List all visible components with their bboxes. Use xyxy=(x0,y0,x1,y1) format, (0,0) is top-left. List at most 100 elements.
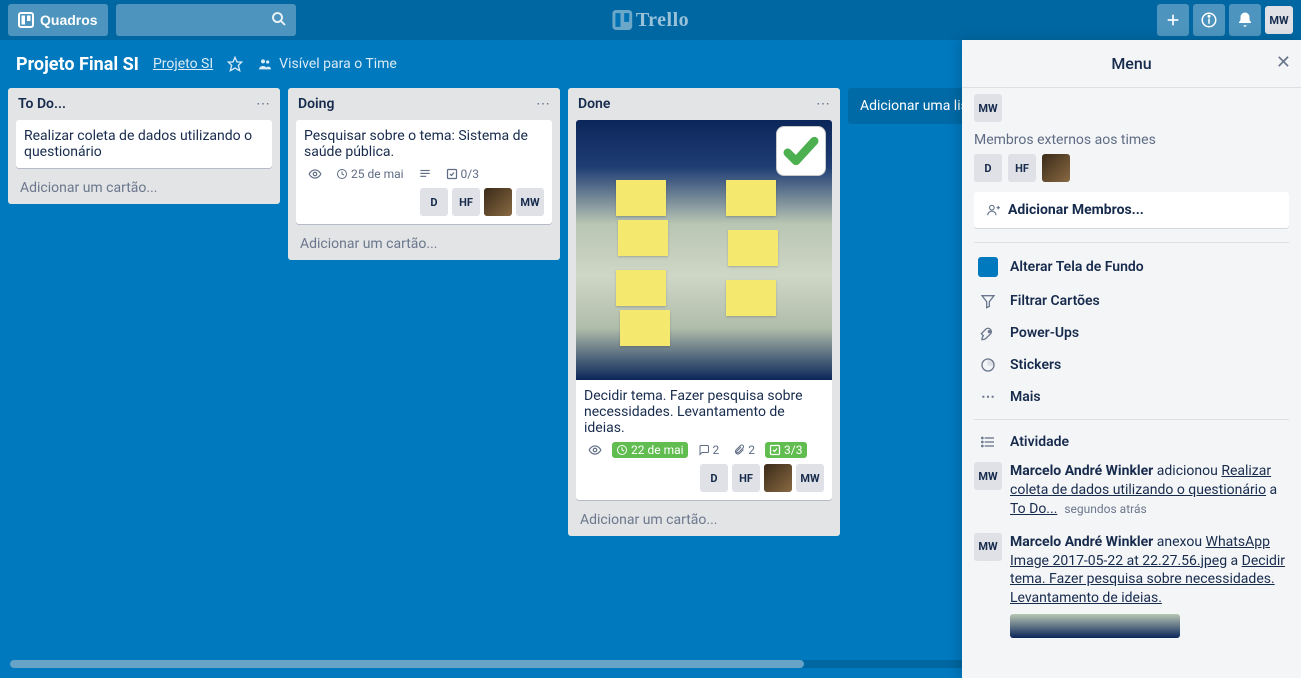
add-card-button[interactable]: Adicionar um cartão... xyxy=(288,228,560,260)
menu-item-stickers[interactable]: Stickers xyxy=(974,349,1289,381)
visibility-button[interactable]: Visível para o Time xyxy=(257,56,397,72)
menu-item-background[interactable]: Alterar Tela de Fundo xyxy=(974,249,1289,285)
add-card-button[interactable]: Adicionar um cartão... xyxy=(568,504,840,536)
create-button[interactable] xyxy=(1157,4,1189,36)
member-avatar[interactable] xyxy=(764,464,792,492)
checklist-badge: 3/3 xyxy=(765,442,806,458)
card[interactable]: Decidir tema. Fazer pesquisa sobre neces… xyxy=(576,120,832,500)
list-todo: To Do... ⋯ Realizar coleta de dados util… xyxy=(8,88,280,204)
list-menu-button[interactable]: ⋯ xyxy=(256,96,270,112)
member-avatar[interactable]: D xyxy=(700,464,728,492)
board-title[interactable]: Projeto Final SI xyxy=(16,54,139,75)
logo-text: Trello xyxy=(636,9,689,32)
checklist-text: 3/3 xyxy=(784,443,802,457)
attachments-badge: 2 xyxy=(729,442,759,458)
boards-button[interactable]: Quadros xyxy=(8,4,108,36)
member-avatar[interactable] xyxy=(1042,154,1070,182)
team-icon xyxy=(257,56,273,72)
trello-icon xyxy=(18,12,34,28)
activity-user[interactable]: Marcelo André Winkler xyxy=(1010,463,1153,479)
menu-item-more[interactable]: ⋯ Mais xyxy=(974,381,1289,413)
global-header: Quadros Trello MW xyxy=(0,0,1301,40)
card-cover xyxy=(576,120,832,380)
list-header: Doing ⋯ xyxy=(288,88,560,116)
card-text: Realizar coleta de dados utilizando o qu… xyxy=(24,128,264,160)
comments-badge: 2 xyxy=(694,442,724,458)
add-user-icon xyxy=(986,203,1000,217)
trello-logo[interactable]: Trello xyxy=(612,9,689,32)
member-avatar[interactable]: HF xyxy=(452,188,480,216)
close-icon[interactable]: ✕ xyxy=(1276,52,1291,73)
checklist-text: 0/3 xyxy=(461,167,479,181)
more-icon: ⋯ xyxy=(978,389,998,405)
member-avatar[interactable]: HF xyxy=(732,464,760,492)
member-avatar[interactable]: D xyxy=(420,188,448,216)
activity-thumbnail[interactable] xyxy=(1010,614,1180,638)
user-avatar[interactable]: MW xyxy=(1265,6,1293,34)
plus-icon xyxy=(1165,12,1181,28)
menu-item-label: Filtrar Cartões xyxy=(1010,293,1100,309)
member-avatar[interactable]: MW xyxy=(516,188,544,216)
member-avatar[interactable] xyxy=(484,188,512,216)
menu-title: Menu xyxy=(1111,54,1151,73)
menu-item-filter[interactable]: Filtrar Cartões xyxy=(974,285,1289,317)
add-members-label: Adicionar Membros... xyxy=(1008,202,1144,218)
activity-avatar[interactable]: MW xyxy=(974,462,1002,490)
checklist-badge: 0/3 xyxy=(442,166,483,182)
list-title[interactable]: Done xyxy=(578,96,610,112)
info-button[interactable] xyxy=(1193,4,1225,36)
background-swatch xyxy=(978,257,998,277)
filter-icon xyxy=(978,293,998,309)
list-title[interactable]: To Do... xyxy=(18,96,66,112)
description-icon xyxy=(414,166,436,182)
add-members-button[interactable]: Adicionar Membros... xyxy=(974,192,1289,228)
watch-icon xyxy=(584,442,606,458)
member-avatar[interactable]: MW xyxy=(796,464,824,492)
menu-item-label: Mais xyxy=(1010,389,1041,405)
team-name[interactable]: Projeto SI xyxy=(153,56,213,72)
activity-icon xyxy=(978,434,998,450)
header-right: MW xyxy=(1157,4,1293,36)
list-title[interactable]: Doing xyxy=(298,96,334,112)
divider xyxy=(974,242,1289,243)
team-members-row: MW xyxy=(974,94,1289,122)
activity-mid: a xyxy=(1227,553,1242,569)
card[interactable]: Pesquisar sobre o tema: Sistema de saúde… xyxy=(296,120,552,224)
notifications-button[interactable] xyxy=(1229,4,1261,36)
menu-item-powerups[interactable]: Power-Ups xyxy=(974,317,1289,349)
card-text: Pesquisar sobre o tema: Sistema de saúde… xyxy=(304,128,544,160)
rocket-icon xyxy=(978,325,998,341)
member-avatar[interactable]: HF xyxy=(1008,154,1036,182)
activity-text: Marcelo André Winkler anexou WhatsApp Im… xyxy=(1010,533,1289,639)
list-menu-button[interactable]: ⋯ xyxy=(536,96,550,112)
menu-item-label: Stickers xyxy=(1010,357,1061,373)
list-header: Done ⋯ xyxy=(568,88,840,116)
checkmark-sticker xyxy=(776,126,826,176)
list-doing: Doing ⋯ Pesquisar sobre o tema: Sistema … xyxy=(288,88,560,260)
menu-item-label: Power-Ups xyxy=(1010,325,1079,341)
member-avatar[interactable]: D xyxy=(974,154,1002,182)
card[interactable]: Realizar coleta de dados utilizando o qu… xyxy=(16,120,272,168)
search-wrap xyxy=(116,4,296,36)
menu-body: MW Membros externos aos times D HF Adici… xyxy=(962,88,1301,678)
activity-link[interactable]: To Do... xyxy=(1010,501,1057,517)
activity-avatar[interactable]: MW xyxy=(974,533,1002,561)
activity-verb: adicionou xyxy=(1153,463,1221,479)
activity-mid: a xyxy=(1266,482,1277,498)
activity-list: MW Marcelo André Winkler adicionou Reali… xyxy=(974,458,1289,638)
activity-when: segundos atrás xyxy=(1064,502,1146,516)
list-menu-button[interactable]: ⋯ xyxy=(816,96,830,112)
member-avatar[interactable]: MW xyxy=(974,94,1002,122)
activity-user[interactable]: Marcelo André Winkler xyxy=(1010,534,1153,550)
activity-verb: anexou xyxy=(1153,534,1205,550)
sticker-icon xyxy=(978,357,998,373)
add-card-button[interactable]: Adicionar um cartão... xyxy=(8,172,280,204)
visibility-label: Visível para o Time xyxy=(279,56,397,72)
card-badges: 25 de mai 0/3 xyxy=(304,166,544,182)
star-button[interactable] xyxy=(227,56,243,72)
due-text: 25 de mai xyxy=(351,167,404,181)
search-input[interactable] xyxy=(116,4,296,36)
due-badge: 22 de mai xyxy=(612,442,688,458)
list-header: To Do... ⋯ xyxy=(8,88,280,116)
info-icon xyxy=(1200,11,1218,29)
